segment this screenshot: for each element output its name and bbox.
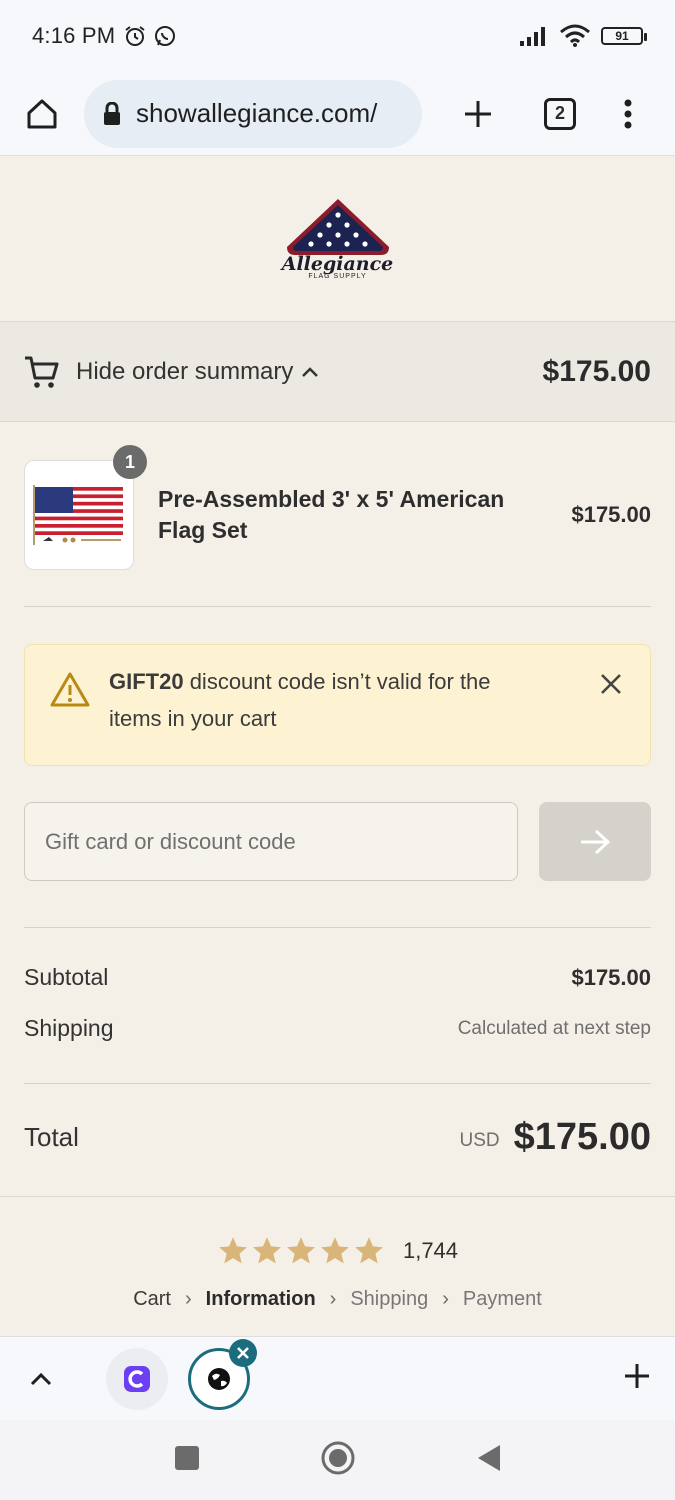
more-vert-icon (624, 99, 632, 128)
subtotal-value: $175.00 (571, 964, 651, 990)
home-icon (27, 99, 57, 128)
breadcrumb: Cart › Information › Shipping › Payment (0, 1288, 675, 1311)
breadcrumb-shipping: Shipping (350, 1288, 429, 1310)
plus-icon (625, 1364, 649, 1388)
lock-icon (104, 101, 120, 125)
alarm-icon (125, 26, 145, 46)
star-icon (253, 1237, 281, 1264)
review-count: 1,744 (402, 1238, 459, 1263)
status-bar: 4:16 PM 91 (0, 0, 675, 72)
summary-toggle-label: Hide order summary (76, 357, 294, 385)
star-icon (219, 1237, 247, 1264)
apply-discount-button[interactable] (539, 802, 651, 881)
shipping-row: Shipping Calculated at next step (24, 1015, 651, 1042)
logo-brand-text: Allegiance (281, 253, 394, 275)
tab-chip-current[interactable] (188, 1338, 257, 1410)
discount-code-input[interactable] (24, 802, 518, 881)
breadcrumb-payment: Payment (462, 1288, 542, 1310)
total-currency: USD (459, 1129, 500, 1151)
total-label: Total (24, 1122, 79, 1152)
globe-icon (208, 1367, 230, 1390)
notice-code: GIFT20 (109, 669, 184, 694)
add-tab-button[interactable] (623, 1362, 651, 1395)
product-price: $175.00 (571, 502, 651, 527)
chevron-up-icon (302, 366, 319, 377)
close-icon (601, 674, 621, 694)
plus-icon (465, 100, 491, 127)
tab-strip (0, 1336, 675, 1420)
breadcrumb-information: Information (205, 1288, 316, 1310)
square-icon (174, 1445, 199, 1470)
chevron-right-icon: › (329, 1288, 337, 1310)
rating-stars (217, 1236, 385, 1266)
warning-icon (50, 672, 90, 707)
product-name: Pre-Assembled 3' x 5' American Flag Set (158, 486, 505, 543)
tab-chip-app[interactable] (106, 1347, 168, 1410)
browser-toolbar: showallegiance.com/ 2 (0, 72, 675, 156)
battery-indicator: 91 (601, 27, 647, 45)
back-button[interactable] (476, 1443, 502, 1478)
star-icon (355, 1237, 383, 1264)
shipping-label: Shipping (24, 1015, 114, 1041)
arrow-right-icon (581, 829, 611, 854)
quantity-badge: 1 (113, 445, 147, 479)
logo-subtext: FLAG SUPPLY (308, 273, 367, 280)
subtotal-label: Subtotal (24, 964, 109, 990)
summary-toggle-label-wrap: Hide order summary (76, 358, 319, 386)
menu-button[interactable] (606, 92, 650, 136)
close-icon (237, 1346, 249, 1359)
order-summary-toggle[interactable]: Hide order summary $175.00 (0, 322, 675, 422)
signal-icon (520, 27, 545, 46)
wifi-icon (560, 24, 590, 47)
close-tab-button[interactable] (229, 1338, 257, 1367)
product-thumbnail: 1 (24, 445, 147, 570)
dismiss-notice-button[interactable] (596, 669, 626, 699)
collapse-tabs-button[interactable] (24, 1362, 58, 1396)
total-value: $175.00 (513, 1116, 651, 1158)
status-time: 4:16 PM (32, 23, 116, 48)
line-item: 1 Pre-Assembled 3' x 5' American Flag Se… (24, 445, 651, 570)
flag-triangle-logo-icon (286, 199, 389, 255)
site-header: Allegiance FLAG SUPPLY (0, 156, 675, 322)
tab-switcher-button[interactable]: 2 (538, 92, 582, 136)
breadcrumb-cart[interactable]: Cart (133, 1288, 171, 1311)
star-icon (321, 1237, 349, 1264)
circle-icon (321, 1441, 354, 1474)
whatsapp-icon (155, 26, 176, 46)
divider (24, 927, 651, 928)
url-bar[interactable]: showallegiance.com/ (84, 79, 422, 148)
tab-count: 2 (544, 97, 576, 130)
chevron-right-icon: › (185, 1288, 192, 1310)
brand-logo[interactable]: Allegiance FLAG SUPPLY (281, 197, 394, 280)
divider (0, 1196, 675, 1197)
app-c-icon (124, 1365, 150, 1392)
recents-button[interactable] (174, 1445, 200, 1476)
review-rating[interactable]: 1,744 (0, 1236, 675, 1266)
subtotal-row: Subtotal $175.00 (24, 964, 651, 991)
url-text: showallegiance.com/ (136, 98, 378, 128)
cart-icon (25, 356, 59, 388)
home-nav-button[interactable] (320, 1440, 356, 1481)
star-icon (287, 1237, 315, 1264)
american-flag-image (33, 485, 123, 545)
discount-error-notice: GIFT20 discount code isn’t valid for the… (24, 644, 651, 766)
divider (24, 1083, 651, 1084)
divider (24, 606, 651, 607)
new-tab-button[interactable] (456, 92, 500, 136)
total-row: Total USD $175.00 (24, 1116, 651, 1159)
chevron-right-icon: › (442, 1288, 449, 1310)
shipping-value: Calculated at next step (457, 1017, 651, 1039)
chevron-up-icon (30, 1372, 52, 1385)
home-button[interactable] (20, 92, 64, 136)
system-nav-bar (0, 1420, 675, 1500)
summary-amount: $175.00 (542, 354, 651, 388)
notice-text: GIFT20 discount code isn’t valid for the… (109, 663, 539, 739)
back-triangle-icon (477, 1444, 500, 1471)
